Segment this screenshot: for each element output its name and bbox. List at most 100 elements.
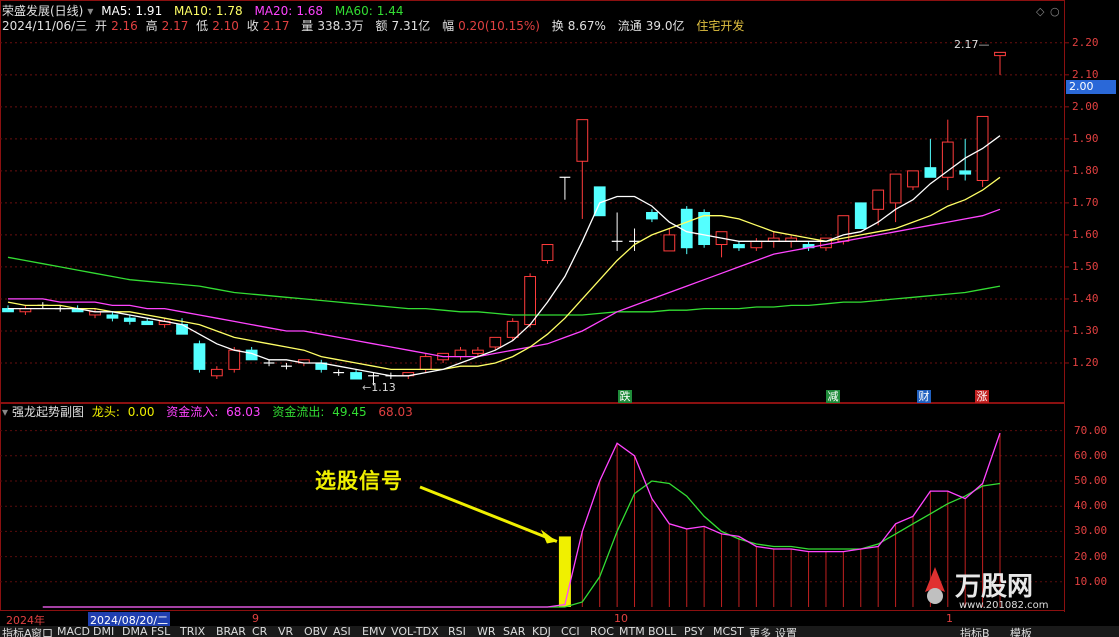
price-tick-label: 1.60 <box>1072 227 1099 241</box>
tab-16[interactable]: SAR <box>503 626 525 637</box>
price-tick-label: 2.20 <box>1072 35 1099 49</box>
indicator-name[interactable]: 强龙起势副图 <box>12 405 84 419</box>
tab-8[interactable]: CR <box>252 626 267 637</box>
tab-25[interactable]: 设置 <box>775 626 797 637</box>
price-tick-label: 1.70 <box>1072 195 1099 209</box>
candle-body <box>210 368 223 377</box>
bar-date: 2024/11/06/三 <box>2 19 88 33</box>
ma10-line <box>7 176 1001 371</box>
tab-24[interactable]: 更多 <box>749 626 771 637</box>
tab-0[interactable]: 指标A <box>2 626 32 637</box>
date-axis: 2024年 2024/08/20/二 9 10 1 <box>0 612 1119 628</box>
low-value: 低 2.10 <box>196 19 239 33</box>
candle-body <box>576 119 589 162</box>
candle-body <box>419 356 432 370</box>
signal-text: 选股信号 <box>315 469 403 493</box>
dropdown-triangle-icon[interactable]: ▾ <box>87 4 93 18</box>
sub-header: ▾ 强龙起势副图 龙头: 0.00 资金流入: 68.03 资金流出: 49.45… <box>2 405 417 419</box>
date-month-11: 1 <box>946 612 953 625</box>
dropdown-triangle-icon[interactable]: ▾ <box>2 405 8 419</box>
tab-7[interactable]: BRAR <box>216 626 246 637</box>
tab-19[interactable]: ROC <box>590 626 614 637</box>
tab-14[interactable]: RSI <box>448 626 466 637</box>
price-tick-label: 1.90 <box>1072 131 1099 145</box>
tab-20[interactable]: MTM <box>619 626 645 637</box>
candle-body <box>924 167 937 178</box>
price-tick-label: 1.50 <box>1072 259 1099 273</box>
tab-right-1[interactable]: 模板 <box>1010 626 1032 637</box>
ma5-label: MA5: 1.91 <box>101 4 163 18</box>
inflow-value: 资金流入: 68.03 <box>166 405 261 419</box>
tab-right-0[interactable]: 指标B <box>960 626 990 637</box>
indicator-tab-bar: 指标A 窗口 MACD DMI DMA FSL TRIX BRAR CR VR OBV ASI EMV V… <box>0 626 1119 637</box>
candle-body <box>123 317 136 322</box>
tab-3[interactable]: DMI <box>93 626 114 637</box>
candle-body <box>228 349 241 370</box>
candle-body <box>680 208 693 249</box>
price-tick-label: 1.40 <box>1072 291 1099 305</box>
candle-body <box>941 141 954 178</box>
open-value: 开 2.16 <box>95 19 138 33</box>
ma60-label: MA60: 1.44 <box>334 4 404 18</box>
dragon-value: 龙头: 0.00 <box>91 405 155 419</box>
stock-name: 荣盛发展(日线) <box>2 4 84 18</box>
ma20-label: MA20: 1.68 <box>254 4 324 18</box>
watermark-rocket-icon <box>925 567 945 604</box>
tab-1[interactable]: 窗口 <box>31 626 53 637</box>
outflow-value: 资金流出: 49.45 <box>272 405 367 419</box>
price-tick-label: 2.10 <box>1072 67 1099 81</box>
sub-tick-label: 60.00 <box>1074 448 1108 462</box>
volume-value: 量 338.3万 <box>301 19 364 33</box>
candle-body <box>193 343 206 370</box>
circle-icon[interactable]: ○ <box>1050 5 1060 18</box>
tab-12[interactable]: EMV <box>362 626 386 637</box>
candle-body <box>471 349 484 354</box>
tab-6[interactable]: TRIX <box>180 626 205 637</box>
event-marker-fall[interactable]: 跌 <box>618 390 632 403</box>
candle-body <box>907 170 919 188</box>
tab-9[interactable]: VR <box>278 626 293 637</box>
diamond-icon[interactable]: ◇ <box>1036 5 1044 18</box>
candle-body <box>454 349 467 358</box>
candle-body <box>506 320 519 338</box>
candle-body <box>750 240 763 249</box>
tab-4[interactable]: DMA <box>122 626 148 637</box>
tab-11[interactable]: ASI <box>333 626 351 637</box>
tab-5[interactable]: FSL <box>151 626 170 637</box>
sub-tick-label: 30.00 <box>1074 524 1108 538</box>
event-marker-rise[interactable]: 涨 <box>975 390 989 403</box>
sector-label: 住宅开发 <box>696 19 745 33</box>
tab-22[interactable]: PSY <box>684 626 704 637</box>
candle-body <box>854 202 867 230</box>
candle-body <box>889 173 902 204</box>
candle-body <box>489 336 502 348</box>
change-value: 幅 0.20(10.15%) <box>442 19 540 33</box>
price-tick-label: 2.00 <box>1072 99 1099 113</box>
float-value: 流通 39.0亿 <box>617 19 685 33</box>
event-marker-reduce[interactable]: 减 <box>826 390 840 403</box>
tab-2[interactable]: MACD <box>57 626 90 637</box>
tab-23[interactable]: MCST <box>713 626 744 637</box>
event-marker-finance[interactable]: 财 <box>917 390 931 403</box>
price-tick-label: 1.20 <box>1072 355 1099 369</box>
candle-body <box>106 314 119 319</box>
sub-panel-frame <box>0 403 1065 611</box>
ma10-label: MA10: 1.78 <box>174 4 243 18</box>
candle-body <box>646 212 658 220</box>
sub-tick-label: 40.00 <box>1074 499 1108 513</box>
current-price-tag: 2.00 <box>1066 80 1116 94</box>
tab-10[interactable]: OBV <box>304 626 327 637</box>
tab-17[interactable]: KDJ <box>532 626 551 637</box>
close-value: 收 2.17 <box>246 19 290 33</box>
high-marker: 2.17— <box>954 38 990 51</box>
ma60-line <box>7 256 1001 316</box>
tab-18[interactable]: CCI <box>561 626 580 637</box>
turnover-value: 换 8.67% <box>551 19 606 33</box>
sub-tick-label: 20.00 <box>1074 549 1108 563</box>
tab-15[interactable]: WR <box>477 626 496 637</box>
candle-body <box>524 276 537 326</box>
sub-tick-label: 50.00 <box>1074 474 1108 487</box>
tab-13[interactable]: VOL-TDX <box>391 626 439 637</box>
tab-21[interactable]: BOLL <box>648 626 676 637</box>
candle-body <box>872 189 885 210</box>
